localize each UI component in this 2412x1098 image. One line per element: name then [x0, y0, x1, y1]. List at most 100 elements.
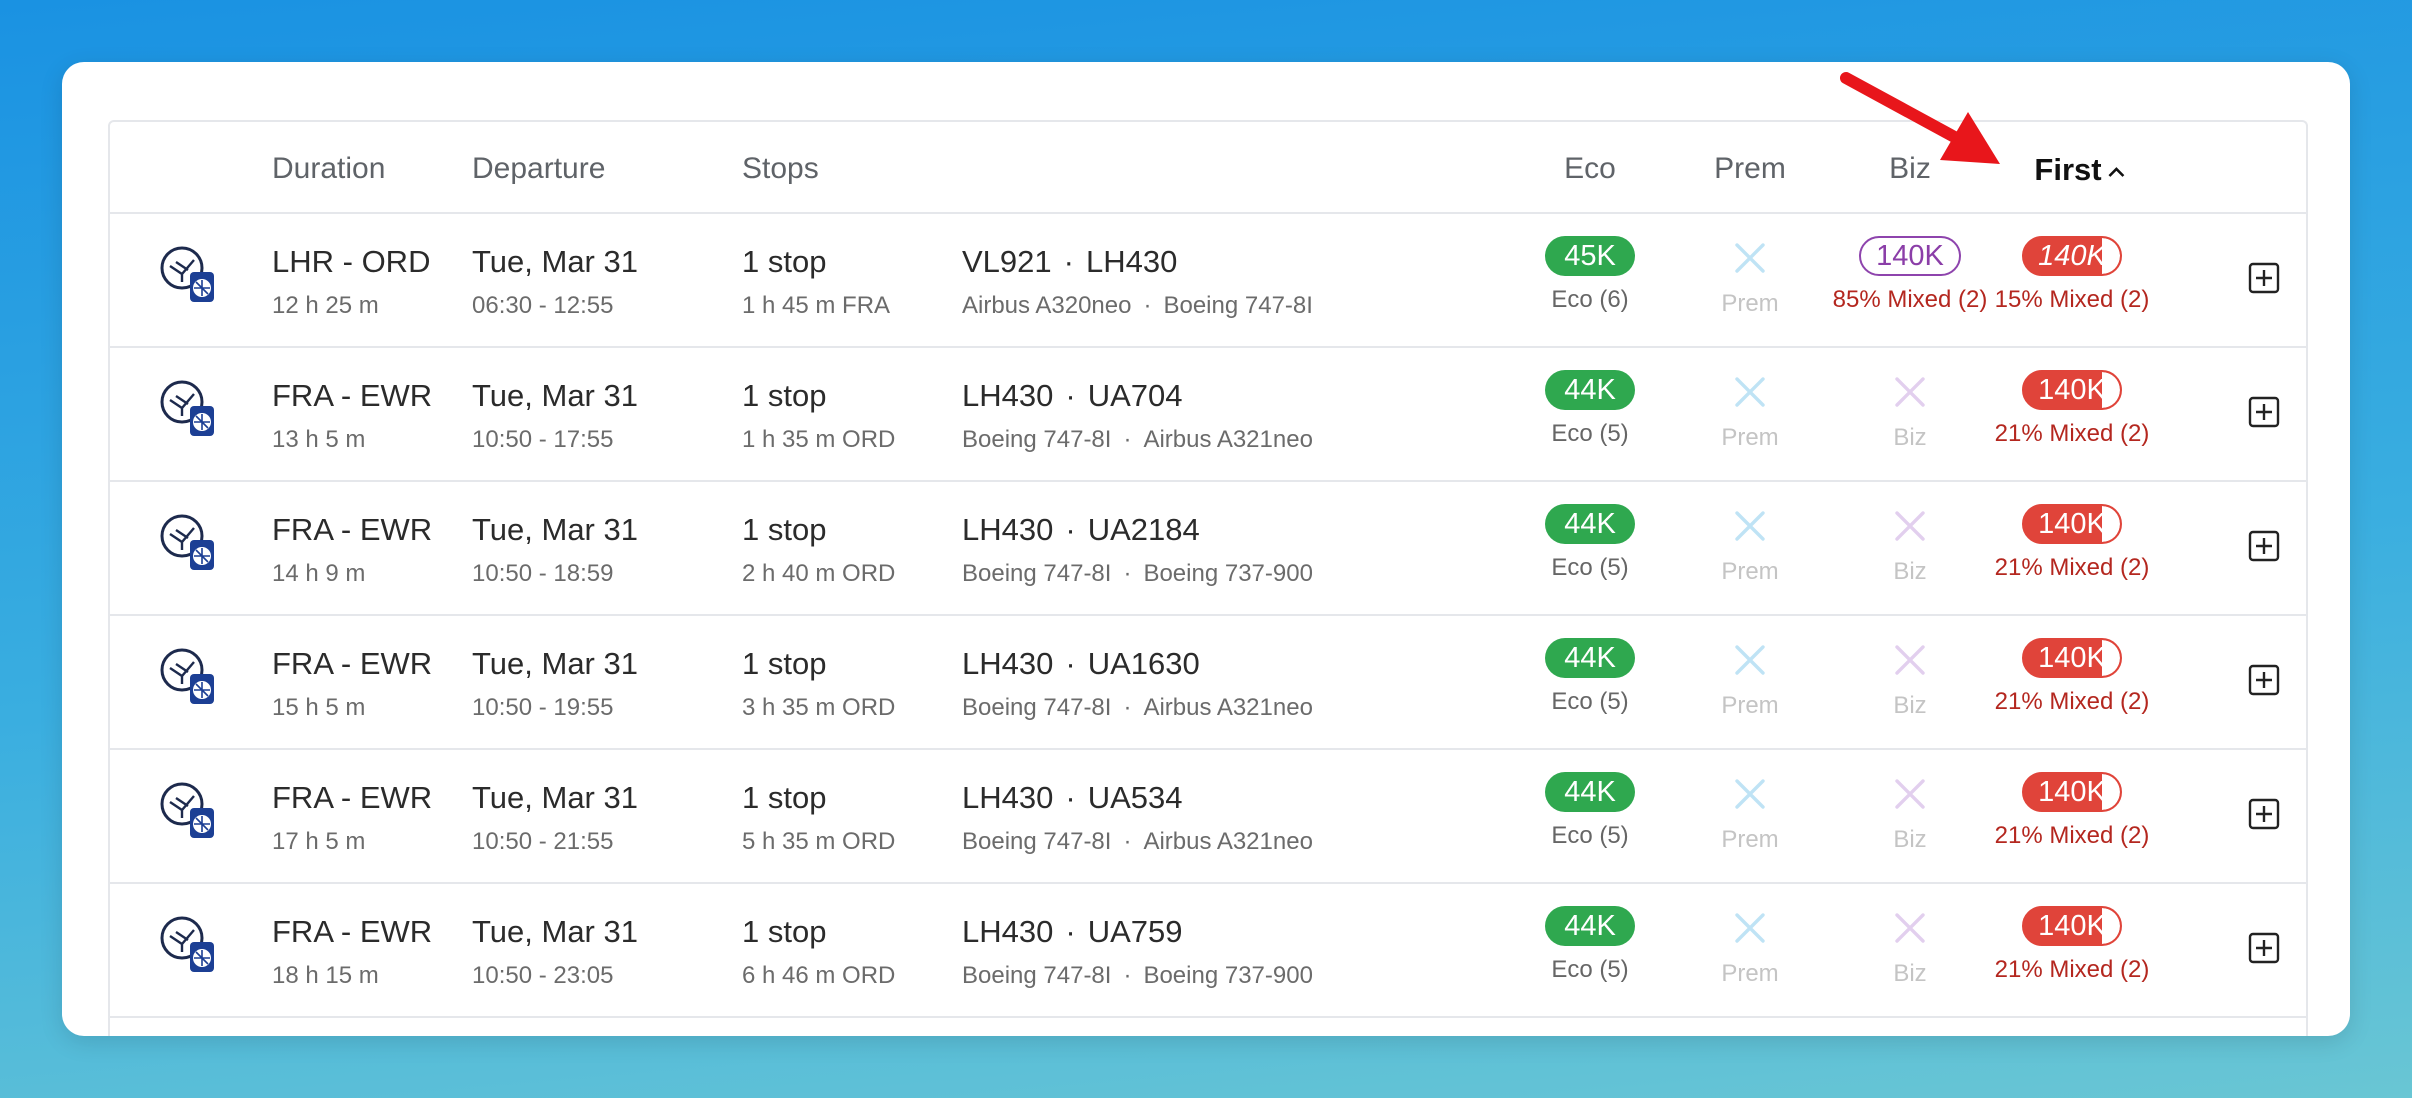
- flight-numbers: LH430 · UA1630: [962, 646, 1200, 682]
- first-mixed-note: 21% Mixed (2): [1994, 822, 2150, 849]
- expand-row-button[interactable]: [2304, 538, 2308, 556]
- add-flight-button[interactable]: [2248, 932, 2280, 964]
- lufthansa-united-logo-icon: [160, 648, 214, 704]
- departure-date: Tue, Mar 31: [472, 914, 638, 949]
- aircraft-types: Boeing 747-8I · Boeing 737-900: [962, 560, 1313, 588]
- header-departure[interactable]: Departure: [472, 152, 605, 186]
- departure-times: 10:50 - 23:05: [472, 962, 614, 989]
- add-flight-button[interactable]: [2248, 664, 2280, 696]
- eco-availability: Eco (6): [1551, 286, 1629, 313]
- aircraft-type: Boeing 737-900: [1143, 962, 1313, 989]
- expand-row-button[interactable]: [2304, 672, 2308, 690]
- departure-date: Tue, Mar 31: [472, 378, 638, 413]
- eco-availability: Eco (5): [1551, 688, 1629, 715]
- first-mixed-note: 21% Mixed (2): [1994, 420, 2150, 447]
- table-row[interactable]: LHR - ORD 12 h 25 m Tue, Mar 31 06:30 - …: [110, 214, 2306, 348]
- prem-label: Prem: [1721, 290, 1779, 317]
- eco-availability: Eco (5): [1551, 420, 1629, 447]
- flight-results-table: Duration Departure Stops Eco Prem Biz Fi…: [108, 120, 2308, 1036]
- table-row[interactable]: FRA - EWR 14 h 9 m Tue, Mar 31 10:50 - 1…: [110, 482, 2306, 616]
- first-price-badge[interactable]: 140K: [2022, 638, 2122, 678]
- expand-row-button[interactable]: [2304, 940, 2308, 958]
- departure-times: 10:50 - 19:55: [472, 694, 614, 721]
- first-price-badge[interactable]: 140K: [2022, 906, 2122, 946]
- add-flight-button[interactable]: [2248, 798, 2280, 830]
- add-flight-button[interactable]: [2248, 396, 2280, 428]
- prem-unavailable-x-icon: [1735, 243, 1765, 273]
- table-row[interactable]: FRA - EWR 17 h 5 m Tue, Mar 31 10:50 - 2…: [110, 750, 2306, 884]
- separator-dot: ·: [1063, 244, 1074, 279]
- separator-dot: ·: [1123, 828, 1132, 855]
- first-price-badge[interactable]: 140K: [2022, 370, 2122, 410]
- flight-number: UA2184: [1087, 512, 1200, 547]
- flight-numbers: LH430 · UA759: [962, 914, 1182, 950]
- biz-unavailable-x-icon: [1895, 377, 1925, 407]
- separator-dot: ·: [1065, 378, 1076, 413]
- header-eco[interactable]: Eco: [1564, 152, 1616, 186]
- aircraft-type: Airbus A321neo: [1143, 426, 1313, 453]
- route: FRA - EWR: [272, 378, 433, 413]
- prem-label: Prem: [1721, 558, 1779, 585]
- aircraft-type: Airbus A320neo: [962, 292, 1132, 319]
- separator-dot: ·: [1065, 780, 1076, 815]
- results-card: Duration Departure Stops Eco Prem Biz Fi…: [62, 62, 2350, 1036]
- departure-date: Tue, Mar 31: [472, 646, 638, 681]
- first-price-badge[interactable]: 140K: [2022, 236, 2122, 276]
- first-price-badge[interactable]: 140K: [2022, 772, 2122, 812]
- flight-number: LH430: [1085, 244, 1178, 279]
- expand-row-button[interactable]: [2304, 404, 2308, 422]
- add-flight-button[interactable]: [2248, 530, 2280, 562]
- stops: 1 stop: [742, 512, 827, 547]
- header-stops[interactable]: Stops: [742, 152, 819, 186]
- departure-times: 10:50 - 18:59: [472, 560, 614, 587]
- table-row[interactable]: FRA - EWR 15 h 5 m Tue, Mar 31 10:50 - 1…: [110, 616, 2306, 750]
- prem-unavailable-x-icon: [1735, 913, 1765, 943]
- prem-label: Prem: [1721, 692, 1779, 719]
- flight-numbers: LH430 · UA534: [962, 780, 1182, 816]
- header-prem[interactable]: Prem: [1714, 152, 1786, 186]
- eco-price-badge[interactable]: 44K: [1545, 370, 1635, 410]
- aircraft-types: Boeing 747-8I · Airbus A321neo: [962, 426, 1313, 454]
- stops: 1 stop: [742, 378, 827, 413]
- biz-label: Biz: [1893, 826, 1927, 853]
- eco-price-badge[interactable]: 44K: [1545, 772, 1635, 812]
- biz-unavailable-x-icon: [1895, 511, 1925, 541]
- eco-price-badge[interactable]: 45K: [1545, 236, 1635, 276]
- lufthansa-united-logo-icon: [160, 380, 214, 436]
- first-price-badge[interactable]: 140K: [2022, 504, 2122, 544]
- biz-mixed-note: 85% Mixed (2): [1832, 286, 1988, 313]
- table-row[interactable]: FRA - EWR 18 h 15 m Tue, Mar 31 10:50 - …: [110, 884, 2306, 1018]
- separator-dot: ·: [1123, 962, 1132, 989]
- flight-number: UA759: [1087, 914, 1183, 949]
- departure-date: Tue, Mar 31: [472, 244, 638, 279]
- biz-price-badge[interactable]: 140K: [1859, 236, 1961, 276]
- prem-unavailable-x-icon: [1735, 645, 1765, 675]
- header-first-label: First: [2034, 152, 2102, 187]
- separator-dot: ·: [1123, 560, 1132, 587]
- eco-price-badge[interactable]: 44K: [1545, 504, 1635, 544]
- layover: 5 h 35 m ORD: [742, 828, 896, 855]
- first-mixed-note: 21% Mixed (2): [1994, 956, 2150, 983]
- eco-availability: Eco (5): [1551, 822, 1629, 849]
- duration: 12 h 25 m: [272, 292, 379, 319]
- flight-numbers: LH430 · UA2184: [962, 512, 1200, 548]
- eco-price-badge[interactable]: 44K: [1545, 906, 1635, 946]
- aircraft-type: Boeing 747-8I: [1163, 292, 1313, 319]
- header-first-sort[interactable]: First: [2034, 152, 2125, 188]
- aircraft-type: Boeing 737-900: [1143, 560, 1313, 587]
- route: LHR - ORD: [272, 244, 431, 279]
- add-flight-button[interactable]: [2248, 262, 2280, 294]
- first-mixed-note: 21% Mixed (2): [1994, 554, 2150, 581]
- eco-price-badge[interactable]: 44K: [1545, 638, 1635, 678]
- expand-row-button[interactable]: [2304, 270, 2308, 288]
- departure-times: 06:30 - 12:55: [472, 292, 614, 319]
- aircraft-types: Boeing 747-8I · Boeing 737-900: [962, 962, 1313, 990]
- header-duration[interactable]: Duration: [272, 152, 385, 186]
- route: FRA - EWR: [272, 512, 433, 547]
- route: FRA - EWR: [272, 646, 433, 681]
- separator-dot: ·: [1065, 512, 1076, 547]
- table-row[interactable]: FRA - EWR 13 h 5 m Tue, Mar 31 10:50 - 1…: [110, 348, 2306, 482]
- annotation-arrow-icon: [1840, 72, 2000, 164]
- aircraft-type: Airbus A321neo: [1143, 828, 1313, 855]
- expand-row-button[interactable]: [2304, 806, 2308, 824]
